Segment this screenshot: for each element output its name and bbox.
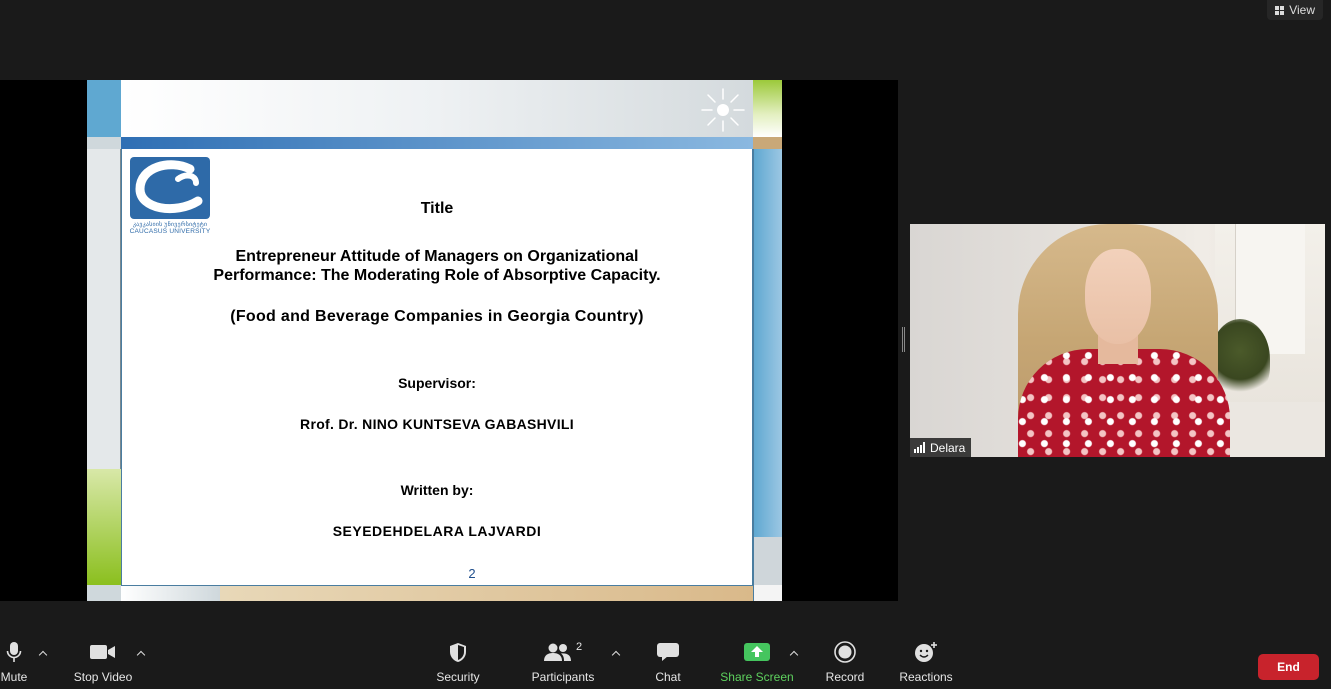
video-camera-icon: [90, 637, 116, 667]
mute-options-chevron-icon[interactable]: [38, 649, 48, 659]
video-options-chevron-icon[interactable]: [136, 649, 146, 659]
chat-button[interactable]: Chat: [648, 637, 688, 684]
end-meeting-button[interactable]: End: [1258, 654, 1319, 680]
participant-name-tag: Delara: [910, 438, 972, 457]
author-name: SEYEDEHDELARA LAJVARDI: [332, 523, 542, 539]
participant-face: [1085, 249, 1151, 344]
meeting-toolbar: Mute Stop Video Security 2 Participants …: [0, 637, 1331, 689]
participant-name: Delara: [930, 440, 966, 455]
panel-resize-handle[interactable]: [902, 327, 905, 352]
shield-icon: [449, 637, 467, 667]
share-options-chevron-icon[interactable]: [789, 649, 799, 659]
stop-video-button[interactable]: Stop Video: [70, 637, 136, 684]
participants-count: 2: [575, 641, 583, 653]
sparkle-decoration: [701, 88, 745, 132]
participants-options-chevron-icon[interactable]: [611, 649, 621, 659]
zoom-meeting-window: View კავკასიის უნივერსიტეტი CAUCASUS UNI…: [0, 0, 1331, 689]
mute-button[interactable]: Mute: [0, 637, 34, 684]
participants-icon: 2: [543, 637, 583, 667]
chat-bubble-icon: [657, 637, 679, 667]
logo-text-english: CAUCASUS UNIVERSITY: [129, 228, 211, 235]
record-icon: [834, 637, 856, 667]
microphone-icon: [6, 637, 22, 667]
caucasus-university-logo: კავკასიის უნივერსიტეტი CAUCASUS UNIVERSI…: [127, 153, 213, 239]
participants-button[interactable]: 2 Participants: [530, 637, 596, 684]
participant-video-tile[interactable]: Delara: [910, 224, 1325, 457]
thesis-subtitle: (Food and Beverage Companies in Georgia …: [230, 308, 644, 325]
signal-bars-icon: [914, 442, 925, 453]
grid-icon: [1275, 5, 1285, 15]
record-button[interactable]: Record: [822, 637, 868, 684]
slide-page-number: 2: [468, 566, 476, 581]
reactions-button[interactable]: Reactions: [896, 637, 956, 684]
supervisor-label: Supervisor:: [398, 375, 476, 391]
presentation-slide: კავკასიის უნივერსიტეტი CAUCASUS UNIVERSI…: [87, 80, 782, 601]
emoji-plus-icon: [914, 637, 938, 667]
share-screen-button[interactable]: Share Screen: [718, 637, 796, 684]
logo-text-georgian: კავკასიის უნივერსიტეტი: [132, 222, 208, 228]
view-button[interactable]: View: [1267, 0, 1323, 20]
written-by-label: Written by:: [400, 482, 474, 498]
thesis-title: Entrepreneur Attitude of Managers on Org…: [213, 248, 661, 284]
slide-title-label: Title: [420, 200, 454, 217]
view-label: View: [1289, 3, 1315, 17]
security-button[interactable]: Security: [430, 637, 486, 684]
supervisor-name: Rrof. Dr. NINO KUNTSEVA GABASHVILI: [300, 416, 574, 432]
share-screen-icon: [744, 637, 770, 667]
shared-screen: კავკასიის უნივერსიტეტი CAUCASUS UNIVERSI…: [0, 80, 898, 601]
